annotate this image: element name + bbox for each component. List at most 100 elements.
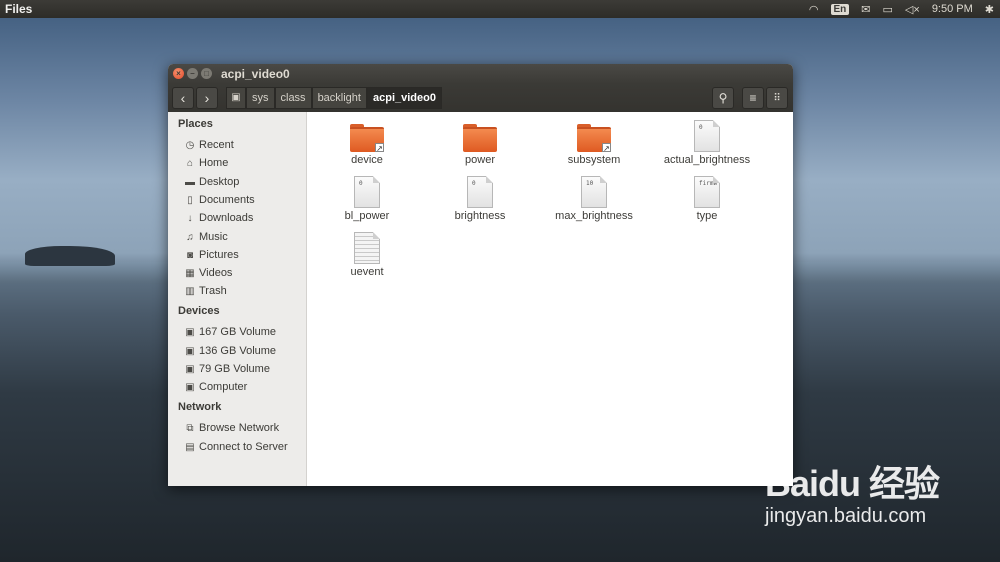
gear-icon[interactable]: ✱	[985, 3, 994, 16]
sidebar-item-recent[interactable]: ◷ Recent	[184, 137, 234, 153]
breadcrumb-root[interactable]: ▣	[226, 87, 246, 109]
background-rock	[25, 246, 115, 266]
file-item-power[interactable]: power	[425, 124, 535, 166]
forward-button[interactable]: ›	[196, 87, 218, 109]
close-button[interactable]: ×	[173, 68, 184, 79]
minimize-button[interactable]: –	[187, 68, 198, 79]
text-file-icon: 0	[467, 176, 493, 208]
sidebar-item-label: Connect to Server	[199, 441, 288, 453]
file-label: bl_power	[344, 210, 390, 222]
chevron-left-icon: ‹	[180, 90, 186, 106]
text-file-icon: 0	[354, 176, 380, 208]
language-indicator[interactable]: En	[830, 3, 850, 15]
mail-icon[interactable]: ✉	[861, 3, 870, 16]
text-file-icon: 10	[581, 176, 607, 208]
sidebar-item-browse-network[interactable]: ⧉ Browse Network	[184, 420, 279, 436]
download-icon: ↓	[187, 212, 193, 224]
file-item-actual-brightness[interactable]: 0 actual_brightness	[652, 120, 762, 166]
desktop-icon: ▬	[185, 176, 195, 188]
wifi-icon[interactable]: ◠	[809, 3, 819, 16]
sidebar-heading-devices: Devices	[178, 305, 220, 317]
sidebar-item-label: Pictures	[199, 249, 239, 261]
text-file-icon: firmw	[694, 176, 720, 208]
file-view[interactable]: ↗ device power ↗ subsystem 0 actual_brig…	[307, 112, 793, 486]
watermark-url: jingyan.baidu.com	[765, 505, 927, 527]
sidebar-item-home[interactable]: ⌂ Home	[184, 155, 228, 171]
file-label: device	[351, 154, 383, 166]
sidebar-item-label: Home	[199, 157, 229, 169]
file-preview: 0	[699, 124, 703, 131]
trash-icon: ▥	[185, 285, 195, 297]
sidebar-item-label: Recent	[199, 139, 234, 151]
back-button[interactable]: ‹	[172, 87, 194, 109]
folder-link-icon: ↗	[350, 124, 384, 153]
file-item-uevent[interactable]: uevent	[312, 232, 422, 278]
sidebar-item-label: Music	[199, 231, 228, 243]
maximize-button[interactable]: □	[201, 68, 212, 79]
home-icon: ⌂	[186, 157, 194, 169]
music-icon: ♫	[186, 231, 194, 243]
sidebar-item-label: Videos	[199, 267, 233, 279]
grid-icon: ⠿	[773, 93, 781, 104]
network-icon: ⧉	[186, 422, 194, 434]
sidebar-item-computer[interactable]: ▣ Computer	[184, 379, 247, 395]
list-view-button[interactable]: ≡	[742, 87, 764, 109]
file-manager-window: × – □ acpi_video0 ‹ › ▣ sys class backli…	[168, 64, 793, 486]
breadcrumb-current[interactable]: acpi_video0	[366, 87, 442, 109]
sidebar-item-music[interactable]: ♫ Music	[184, 229, 228, 245]
sidebar-item-videos[interactable]: ▦ Videos	[184, 265, 232, 281]
server-icon: ▤	[185, 441, 195, 453]
baidu-watermark: Baidu 经验 jingyan.baidu.com	[765, 455, 940, 528]
sidebar-item-pictures[interactable]: ◙ Pictures	[184, 247, 239, 263]
film-icon: ▦	[185, 267, 195, 279]
sidebar-item-volume-136[interactable]: ▣ 136 GB Volume	[184, 343, 276, 359]
close-icon: ×	[176, 69, 181, 78]
volume-muted-icon[interactable]: ◁×	[905, 3, 920, 16]
drive-icon: ▣	[185, 326, 195, 338]
sidebar-item-volume-167[interactable]: ▣ 167 GB Volume	[184, 324, 276, 340]
drive-icon: ▣	[185, 381, 195, 393]
folder-link-icon: ↗	[577, 124, 611, 153]
sidebar-item-label: Trash	[199, 285, 227, 297]
sidebar-item-label: 136 GB Volume	[199, 345, 277, 357]
sidebar-item-connect-server[interactable]: ▤ Connect to Server	[184, 439, 288, 455]
document-icon: ▯	[187, 194, 193, 206]
file-item-device[interactable]: ↗ device	[312, 124, 422, 166]
window-titlebar[interactable]: × – □ acpi_video0	[168, 64, 793, 84]
sidebar-item-label: Computer	[199, 381, 248, 393]
file-label: actual_brightness	[663, 154, 751, 166]
breadcrumb-item[interactable]: class	[274, 87, 312, 109]
grid-view-button[interactable]: ⠿	[766, 87, 788, 109]
file-label: type	[696, 210, 718, 222]
file-item-brightness[interactable]: 0 brightness	[425, 176, 535, 222]
folder-icon	[463, 124, 497, 152]
clock-icon: ◷	[185, 139, 195, 151]
file-item-bl-power[interactable]: 0 bl_power	[312, 176, 422, 222]
minimize-icon: –	[190, 69, 195, 78]
sidebar-item-label: Documents	[199, 194, 255, 206]
sidebar-item-desktop[interactable]: ▬ Desktop	[184, 174, 239, 190]
file-item-max-brightness[interactable]: 10 max_brightness	[539, 176, 649, 222]
system-tray: ◠ En ✉ ▭ ◁× 9:50 PM ✱	[809, 1, 994, 17]
file-item-type[interactable]: firmw type	[652, 176, 762, 222]
file-item-subsystem[interactable]: ↗ subsystem	[539, 124, 649, 166]
sidebar-item-label: Downloads	[199, 212, 254, 224]
maximize-icon: □	[204, 69, 209, 78]
breadcrumb-item[interactable]: sys	[246, 87, 275, 109]
sidebar-item-label: Browse Network	[199, 422, 280, 434]
battery-icon[interactable]: ▭	[883, 3, 893, 16]
app-menu-title[interactable]: Files	[5, 2, 32, 16]
sidebar-item-trash[interactable]: ▥ Trash	[184, 283, 227, 299]
sidebar-item-documents[interactable]: ▯ Documents	[184, 192, 255, 208]
file-label: brightness	[454, 210, 506, 222]
search-button[interactable]: ⚲	[712, 87, 734, 109]
sidebar-item-downloads[interactable]: ↓ Downloads	[184, 210, 254, 226]
breadcrumb-item[interactable]: backlight	[311, 87, 367, 109]
sidebar: Places ◷ Recent ⌂ Home ▬ Desktop ▯ Documents…	[168, 112, 307, 486]
clock[interactable]: 9:50 PM	[932, 3, 973, 15]
sidebar-item-label: 79 GB Volume	[199, 363, 270, 375]
file-preview: 10	[586, 180, 594, 187]
sidebar-item-volume-79[interactable]: ▣ 79 GB Volume	[184, 361, 270, 377]
chevron-right-icon: ›	[204, 90, 210, 106]
drive-icon: ▣	[185, 363, 195, 375]
